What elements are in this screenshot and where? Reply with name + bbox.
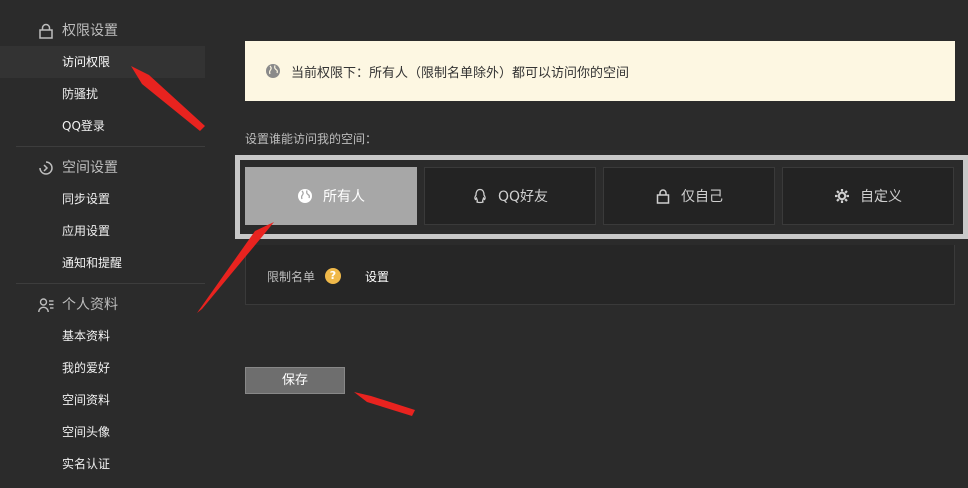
section-header-profile: 个人资料 <box>0 288 205 320</box>
section-title: 空间设置 <box>62 160 118 176</box>
option-label: QQ好友 <box>497 189 549 205</box>
globe-icon <box>266 64 280 78</box>
sidebar-item-anti-harassment[interactable]: 防骚扰 <box>0 78 205 110</box>
sidebar-item-sync-settings[interactable]: 同步设置 <box>0 183 205 215</box>
section-title: 权限设置 <box>62 23 118 39</box>
section-header-permissions: 权限设置 <box>0 14 205 46</box>
divider <box>16 146 205 147</box>
section-header-space-settings: 空间设置 <box>0 151 205 183</box>
divider <box>16 283 205 284</box>
sidebar-item-qq-login[interactable]: QQ登录 <box>0 110 205 142</box>
user-profile-icon <box>38 298 54 313</box>
sidebar-item-basic-info[interactable]: 基本资料 <box>0 320 205 352</box>
sidebar-item-notifications[interactable]: 通知和提醒 <box>0 247 205 279</box>
sidebar-item-real-name[interactable]: 实名认证 <box>0 448 205 480</box>
option-label: 所有人 <box>323 189 365 205</box>
sidebar-item-space-info[interactable]: 空间资料 <box>0 384 205 416</box>
qq-penguin-icon <box>474 188 486 204</box>
option-only-me[interactable]: 仅自己 <box>603 167 775 225</box>
sidebar-item-space-avatar[interactable]: 空间头像 <box>0 416 205 448</box>
blacklist-settings-link[interactable]: 设置 <box>365 268 389 285</box>
access-setting-label: 设置谁能访问我的空间： <box>245 132 378 146</box>
sidebar-item-app-settings[interactable]: 应用设置 <box>0 215 205 247</box>
gear-icon <box>835 189 849 203</box>
lock-icon <box>39 23 53 39</box>
option-everyone[interactable]: 所有人 <box>245 167 417 225</box>
notice-text: 当前权限下：所有人（限制名单除外）都可以访问你的空间 <box>291 65 630 81</box>
option-custom[interactable]: 自定义 <box>782 167 954 225</box>
help-icon[interactable]: ? <box>325 268 341 284</box>
permission-notice-banner: 当前权限下：所有人（限制名单除外）都可以访问你的空间 <box>245 41 955 101</box>
space-icon <box>39 161 53 175</box>
globe-icon <box>298 189 312 203</box>
blacklist-panel: 限制名单 ? 设置 <box>245 245 955 305</box>
sidebar: 权限设置 访问权限 防骚扰 QQ登录 空间设置 同步设置 应用设置 通知和提醒 … <box>0 0 205 488</box>
lock-icon <box>656 189 670 204</box>
sidebar-item-hobbies[interactable]: 我的爱好 <box>0 352 205 384</box>
option-label: 仅自己 <box>681 189 723 205</box>
option-qq-friends[interactable]: QQ好友 <box>424 167 596 225</box>
save-button[interactable]: 保存 <box>245 367 345 394</box>
section-title: 个人资料 <box>62 297 118 313</box>
blacklist-label: 限制名单 <box>267 270 316 284</box>
sidebar-item-access-permission[interactable]: 访问权限 <box>0 46 205 78</box>
option-label: 自定义 <box>860 189 902 205</box>
